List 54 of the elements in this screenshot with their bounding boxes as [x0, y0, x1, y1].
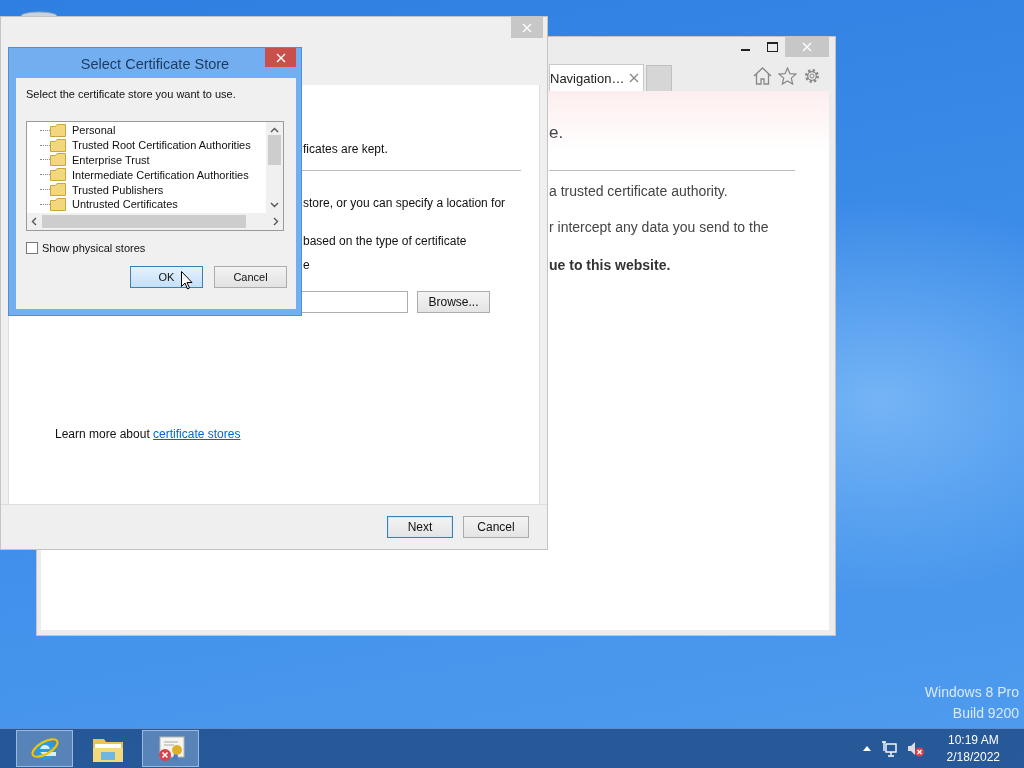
- taskbar-button[interactable]: [16, 730, 73, 767]
- dialog-title: Select Certificate Store: [80, 55, 230, 72]
- browser-tab[interactable]: Navigation…: [549, 64, 645, 91]
- volume-muted-icon[interactable]: [906, 740, 925, 757]
- store-item[interactable]: Intermediate Certification Authorities: [70, 168, 251, 181]
- page-text: r intercept any data you send to the: [549, 219, 770, 235]
- folder-icon: [50, 183, 66, 197]
- horizontal-scrollbar[interactable]: [27, 213, 283, 230]
- home-icon[interactable]: [753, 67, 772, 85]
- learn-more-text: Learn more about certificate stores: [55, 427, 242, 441]
- page-text: ue to this website.: [549, 257, 672, 273]
- scroll-thumb[interactable]: [268, 135, 281, 165]
- wizard-text: ficates are kept.: [303, 142, 389, 157]
- folder-icon: [50, 168, 66, 182]
- folder-icon: [50, 197, 66, 211]
- scroll-thumb[interactable]: [42, 215, 246, 228]
- settings-icon[interactable]: [803, 67, 821, 85]
- network-icon[interactable]: [880, 740, 897, 757]
- store-item[interactable]: Enterprise Trust: [70, 154, 152, 166]
- page-heading: e.: [549, 123, 565, 143]
- store-item[interactable]: Trusted Root Certification Authorities: [70, 139, 253, 152]
- close-icon: [522, 22, 532, 33]
- star-icon[interactable]: [778, 67, 797, 85]
- certificate-stores-link[interactable]: certificate stores: [153, 427, 241, 441]
- checkbox[interactable]: [26, 242, 38, 254]
- close-icon: [275, 52, 286, 63]
- close-icon: [629, 73, 640, 83]
- close-icon: [802, 42, 812, 52]
- folder-icon: [50, 153, 66, 167]
- cancel-button[interactable]: Cancel: [463, 516, 529, 538]
- cursor-icon: [181, 271, 193, 290]
- ok-button[interactable]: OK: [130, 266, 203, 288]
- folder-icon: [50, 123, 66, 137]
- wizard-text: store, or you can specify a location for: [303, 196, 507, 211]
- wizard-text: e: [303, 258, 311, 273]
- taskbar-button[interactable]: [142, 730, 199, 767]
- checkbox-label: Show physical stores: [42, 242, 146, 254]
- vertical-scrollbar[interactable]: [266, 122, 283, 213]
- folder-icon: [50, 138, 66, 152]
- edition-text: Build 9200: [952, 705, 1019, 721]
- store-item[interactable]: Trusted Publishers: [70, 183, 166, 196]
- close-button[interactable]: [265, 48, 296, 67]
- next-button[interactable]: Next: [387, 516, 453, 538]
- instruction-text: Select the certificate store you want to use.: [26, 88, 237, 100]
- maximize-icon[interactable]: [766, 42, 778, 52]
- page-text: a trusted certificate authority.: [549, 183, 729, 199]
- browse-button[interactable]: Browse...: [417, 291, 490, 313]
- show-hidden-icons-icon[interactable]: [862, 746, 871, 751]
- store-item[interactable]: Untrusted Certificates: [70, 198, 180, 211]
- edition-text: Windows 8 Pro: [924, 684, 1019, 700]
- wizard-text: based on the type of certificate: [303, 234, 468, 249]
- store-item[interactable]: Personal: [70, 124, 118, 137]
- clock[interactable]: 10:19 AM 2/18/2022: [946, 733, 1000, 764]
- cancel-button[interactable]: Cancel: [214, 266, 287, 288]
